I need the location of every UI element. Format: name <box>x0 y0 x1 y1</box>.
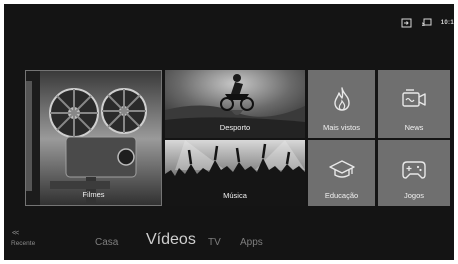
tile-educacao-label: Educação <box>324 191 359 200</box>
tab-videos[interactable]: Vídeos <box>146 231 196 249</box>
film-projector-image <box>26 71 161 205</box>
tile-desporto-label: Desporto <box>219 123 251 132</box>
screen-cast-icon[interactable] <box>421 18 432 28</box>
graduation-cap-icon <box>328 160 355 178</box>
tile-news-label: News <box>404 123 424 132</box>
flame-icon <box>333 87 350 111</box>
tile-desporto[interactable]: Desporto <box>165 70 305 138</box>
tile-filmes-label: Filmes <box>82 190 105 199</box>
tile-educacao[interactable]: Educação <box>308 140 375 206</box>
tile-filmes[interactable]: Filmes <box>25 70 162 206</box>
clock-time: 10:1 <box>440 20 454 26</box>
gamepad-icon <box>402 161 426 179</box>
tile-news[interactable]: News <box>378 70 450 138</box>
news-camera-icon <box>402 89 426 107</box>
tab-apps[interactable]: Apps <box>240 237 263 248</box>
tab-casa[interactable]: Casa <box>95 237 118 248</box>
bottom-navigation: << Recente Casa Vídeos TV Apps <box>4 224 454 260</box>
recent-label[interactable]: Recente <box>11 240 35 247</box>
tile-musica-label: Música <box>223 191 247 200</box>
status-bar: 10:1 <box>401 16 454 30</box>
tile-mais-vistos-label: Mais vistos <box>322 123 361 132</box>
recent-back-icon[interactable]: << <box>12 230 19 237</box>
tile-jogos[interactable]: Jogos <box>378 140 450 206</box>
tv-home-screen: 10:1 Filmes Desporto Música Mais vistos … <box>4 4 454 260</box>
tile-jogos-label: Jogos <box>403 191 424 200</box>
tile-mais-vistos[interactable]: Mais vistos <box>308 70 375 138</box>
input-source-icon[interactable] <box>401 18 412 28</box>
tab-tv[interactable]: TV <box>208 237 221 248</box>
tile-musica[interactable]: Música <box>165 140 305 206</box>
